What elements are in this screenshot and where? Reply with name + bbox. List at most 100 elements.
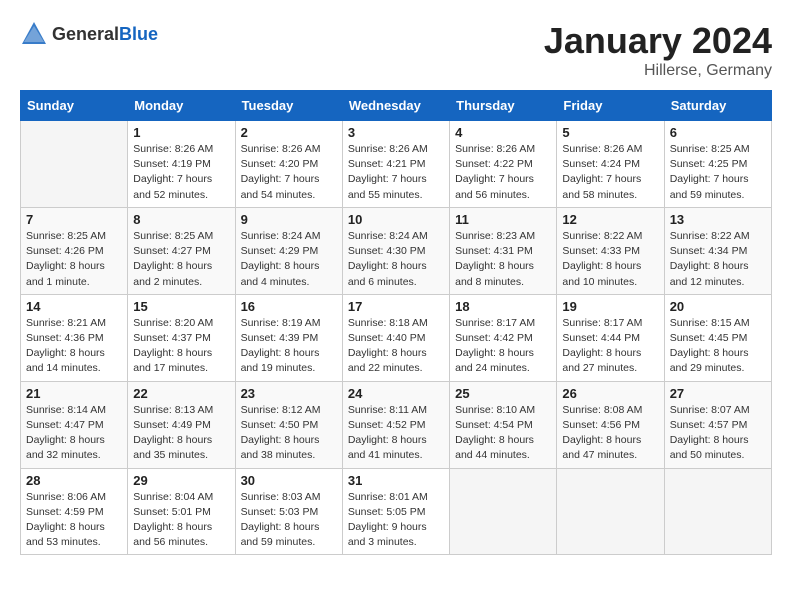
header-tuesday: Tuesday: [235, 91, 342, 121]
location-title: Hillerse, Germany: [544, 62, 772, 80]
calendar-cell: 25Sunrise: 8:10 AMSunset: 4:54 PMDayligh…: [450, 381, 557, 468]
day-number: 10: [348, 212, 444, 227]
cell-info: Sunrise: 8:26 AMSunset: 4:22 PMDaylight:…: [455, 142, 551, 203]
cell-info: Sunrise: 8:26 AMSunset: 4:21 PMDaylight:…: [348, 142, 444, 203]
cell-info: Sunrise: 8:25 AMSunset: 4:26 PMDaylight:…: [26, 229, 122, 290]
day-number: 27: [670, 386, 766, 401]
cell-info: Sunrise: 8:03 AMSunset: 5:03 PMDaylight:…: [241, 490, 337, 551]
calendar-cell: 21 Sunrise: 8:14 AMSunset: 4:47 PMDayligh…: [21, 381, 128, 468]
calendar-cell: 15Sunrise: 8:20 AMSunset: 4:37 PMDayligh…: [128, 294, 235, 381]
cell-info: Sunrise: 8:17 AMSunset: 4:44 PMDaylight:…: [562, 316, 658, 377]
cell-info: Sunrise: 8:22 AMSunset: 4:33 PMDaylight:…: [562, 229, 658, 290]
calendar-cell: 28 Sunrise: 8:06 AMSunset: 4:59 PMDayligh…: [21, 468, 128, 555]
day-number: 4: [455, 125, 551, 140]
day-number: 2: [241, 125, 337, 140]
calendar-week-3: 14 Sunrise: 8:21 AMSunset: 4:36 PMDayligh…: [21, 294, 772, 381]
day-number: 8: [133, 212, 229, 227]
calendar-header-row: SundayMondayTuesdayWednesdayThursdayFrid…: [21, 91, 772, 121]
cell-info: Sunrise: 8:08 AMSunset: 4:56 PMDaylight:…: [562, 403, 658, 464]
day-number: 12: [562, 212, 658, 227]
cell-info: Sunrise: 8:26 AMSunset: 4:20 PMDaylight:…: [241, 142, 337, 203]
day-number: 21: [26, 386, 122, 401]
calendar-cell: 26 Sunrise: 8:08 AMSunset: 4:56 PMDayligh…: [557, 381, 664, 468]
day-number: 9: [241, 212, 337, 227]
month-title: January 2024: [544, 20, 772, 62]
calendar-cell: 17Sunrise: 8:18 AMSunset: 4:40 PMDayligh…: [342, 294, 449, 381]
cell-info: Sunrise: 8:18 AMSunset: 4:40 PMDaylight:…: [348, 316, 444, 377]
day-number: 13: [670, 212, 766, 227]
cell-info: Sunrise: 8:10 AMSunset: 4:54 PMDaylight:…: [455, 403, 551, 464]
logo-icon: [20, 20, 48, 48]
calendar-cell: 7 Sunrise: 8:25 AMSunset: 4:26 PMDaylight…: [21, 207, 128, 294]
calendar-cell: 1 Sunrise: 8:26 AMSunset: 4:19 PMDaylight…: [128, 121, 235, 208]
calendar-cell: 20 Sunrise: 8:15 AMSunset: 4:45 PMDayligh…: [664, 294, 771, 381]
calendar-week-2: 7 Sunrise: 8:25 AMSunset: 4:26 PMDaylight…: [21, 207, 772, 294]
calendar-cell: [450, 468, 557, 555]
day-number: 30: [241, 473, 337, 488]
cell-info: Sunrise: 8:07 AMSunset: 4:57 PMDaylight:…: [670, 403, 766, 464]
day-number: 19: [562, 299, 658, 314]
cell-info: Sunrise: 8:15 AMSunset: 4:45 PMDaylight:…: [670, 316, 766, 377]
calendar-cell: 18 Sunrise: 8:17 AMSunset: 4:42 PMDayligh…: [450, 294, 557, 381]
day-number: 31: [348, 473, 444, 488]
calendar-cell: [557, 468, 664, 555]
calendar-cell: [21, 121, 128, 208]
cell-info: Sunrise: 8:21 AMSunset: 4:36 PMDaylight:…: [26, 316, 122, 377]
cell-info: Sunrise: 8:11 AMSunset: 4:52 PMDaylight:…: [348, 403, 444, 464]
calendar-cell: 11Sunrise: 8:23 AMSunset: 4:31 PMDayligh…: [450, 207, 557, 294]
day-number: 15: [133, 299, 229, 314]
calendar-cell: 14 Sunrise: 8:21 AMSunset: 4:36 PMDayligh…: [21, 294, 128, 381]
calendar-cell: 13 Sunrise: 8:22 AMSunset: 4:34 PMDayligh…: [664, 207, 771, 294]
logo-general: General: [52, 24, 119, 44]
cell-info: Sunrise: 8:22 AMSunset: 4:34 PMDaylight:…: [670, 229, 766, 290]
day-number: 7: [26, 212, 122, 227]
day-number: 18: [455, 299, 551, 314]
page-header: GeneralBlue January 2024 Hillerse, Germa…: [20, 20, 772, 80]
calendar-cell: 2 Sunrise: 8:26 AMSunset: 4:20 PMDaylight…: [235, 121, 342, 208]
day-number: 20: [670, 299, 766, 314]
day-number: 1: [133, 125, 229, 140]
calendar-cell: 29 Sunrise: 8:04 AMSunset: 5:01 PMDayligh…: [128, 468, 235, 555]
cell-info: Sunrise: 8:04 AMSunset: 5:01 PMDaylight:…: [133, 490, 229, 551]
day-number: 23: [241, 386, 337, 401]
calendar-cell: 5Sunrise: 8:26 AMSunset: 4:24 PMDaylight…: [557, 121, 664, 208]
day-number: 24: [348, 386, 444, 401]
cell-info: Sunrise: 8:23 AMSunset: 4:31 PMDaylight:…: [455, 229, 551, 290]
day-number: 26: [562, 386, 658, 401]
cell-info: Sunrise: 8:12 AMSunset: 4:50 PMDaylight:…: [241, 403, 337, 464]
cell-info: Sunrise: 8:19 AMSunset: 4:39 PMDaylight:…: [241, 316, 337, 377]
calendar-cell: 30 Sunrise: 8:03 AMSunset: 5:03 PMDayligh…: [235, 468, 342, 555]
calendar-cell: [664, 468, 771, 555]
day-number: 3: [348, 125, 444, 140]
calendar-cell: 24 Sunrise: 8:11 AMSunset: 4:52 PMDayligh…: [342, 381, 449, 468]
calendar-cell: 9 Sunrise: 8:24 AMSunset: 4:29 PMDaylight…: [235, 207, 342, 294]
calendar-week-4: 21 Sunrise: 8:14 AMSunset: 4:47 PMDayligh…: [21, 381, 772, 468]
logo-text: GeneralBlue: [52, 24, 158, 45]
calendar-cell: 3 Sunrise: 8:26 AMSunset: 4:21 PMDaylight…: [342, 121, 449, 208]
cell-info: Sunrise: 8:26 AMSunset: 4:19 PMDaylight:…: [133, 142, 229, 203]
cell-info: Sunrise: 8:26 AMSunset: 4:24 PMDaylight:…: [562, 142, 658, 203]
cell-info: Sunrise: 8:13 AMSunset: 4:49 PMDaylight:…: [133, 403, 229, 464]
calendar-cell: 8Sunrise: 8:25 AMSunset: 4:27 PMDaylight…: [128, 207, 235, 294]
cell-info: Sunrise: 8:06 AMSunset: 4:59 PMDaylight:…: [26, 490, 122, 551]
cell-info: Sunrise: 8:24 AMSunset: 4:30 PMDaylight:…: [348, 229, 444, 290]
day-number: 28: [26, 473, 122, 488]
cell-info: Sunrise: 8:17 AMSunset: 4:42 PMDaylight:…: [455, 316, 551, 377]
calendar-cell: 12 Sunrise: 8:22 AMSunset: 4:33 PMDayligh…: [557, 207, 664, 294]
logo-blue: Blue: [119, 24, 158, 44]
calendar-cell: 16 Sunrise: 8:19 AMSunset: 4:39 PMDayligh…: [235, 294, 342, 381]
cell-info: Sunrise: 8:14 AMSunset: 4:47 PMDaylight:…: [26, 403, 122, 464]
header-sunday: Sunday: [21, 91, 128, 121]
day-number: 14: [26, 299, 122, 314]
calendar-cell: 4 Sunrise: 8:26 AMSunset: 4:22 PMDaylight…: [450, 121, 557, 208]
cell-info: Sunrise: 8:24 AMSunset: 4:29 PMDaylight:…: [241, 229, 337, 290]
header-wednesday: Wednesday: [342, 91, 449, 121]
day-number: 16: [241, 299, 337, 314]
calendar-week-1: 1 Sunrise: 8:26 AMSunset: 4:19 PMDaylight…: [21, 121, 772, 208]
logo: GeneralBlue: [20, 20, 158, 48]
cell-info: Sunrise: 8:01 AMSunset: 5:05 PMDaylight:…: [348, 490, 444, 551]
day-number: 29: [133, 473, 229, 488]
cell-info: Sunrise: 8:25 AMSunset: 4:25 PMDaylight:…: [670, 142, 766, 203]
day-number: 6: [670, 125, 766, 140]
calendar-cell: 22Sunrise: 8:13 AMSunset: 4:49 PMDayligh…: [128, 381, 235, 468]
